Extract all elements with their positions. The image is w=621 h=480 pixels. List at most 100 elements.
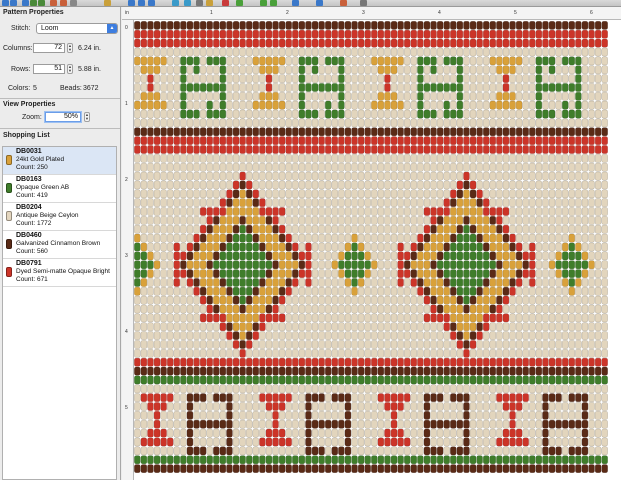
- trim-icon[interactable]: [340, 0, 347, 6]
- bead: [476, 180, 483, 190]
- bead: [344, 127, 352, 137]
- zoom-in-icon[interactable]: [236, 0, 243, 6]
- print-icon[interactable]: [222, 0, 229, 6]
- text-icon[interactable]: [196, 0, 203, 6]
- save-icon[interactable]: [22, 0, 29, 6]
- bead: [239, 322, 246, 332]
- bead: [160, 21, 167, 30]
- zoom-out-icon[interactable]: [260, 0, 267, 6]
- bead: [213, 242, 220, 252]
- bead: [167, 366, 174, 376]
- bead: [483, 428, 490, 438]
- fill-icon[interactable]: [128, 0, 135, 6]
- rotate-icon[interactable]: [172, 0, 179, 6]
- list-item[interactable]: DB0791 Dyed Semi-matte Opaque Bright Count…: [3, 259, 116, 287]
- bead: [344, 411, 352, 420]
- bead: [140, 278, 148, 287]
- bead: [318, 304, 325, 314]
- bead: [167, 384, 174, 394]
- list-item[interactable]: DB0031 24kt Gold Plated Count: 250: [3, 147, 116, 175]
- bead-swatch: [6, 239, 12, 249]
- bead: [140, 419, 148, 429]
- bead: [483, 260, 490, 270]
- bead: [542, 437, 549, 447]
- bead: [252, 286, 259, 296]
- rows-stepper[interactable]: ▲ ▼: [67, 64, 73, 74]
- export-icon[interactable]: [206, 0, 213, 6]
- bead: [371, 340, 378, 349]
- stitch-select[interactable]: Loom ▲: [36, 23, 118, 34]
- bead: [232, 56, 240, 66]
- bead: [502, 154, 510, 163]
- grid-icon[interactable]: [270, 0, 277, 6]
- paste-icon[interactable]: [70, 0, 77, 6]
- bead: [450, 340, 457, 349]
- bead: [292, 100, 299, 110]
- bead: [278, 198, 286, 208]
- bead: [213, 47, 220, 57]
- left-ruler: 012345: [122, 20, 134, 480]
- zoom-stepper[interactable]: ▲ ▼: [84, 112, 90, 122]
- bead: [581, 154, 589, 163]
- ruler-label: 6: [590, 10, 593, 16]
- bead: [535, 127, 543, 137]
- redo-icon[interactable]: [38, 0, 45, 6]
- undo-icon[interactable]: [30, 0, 37, 6]
- bead-pattern-grid[interactable]: [134, 21, 608, 473]
- bead: [278, 38, 286, 48]
- bead: [483, 109, 490, 119]
- bead: [193, 304, 200, 314]
- bead: [562, 251, 569, 261]
- bead: [397, 331, 404, 340]
- bead: [450, 304, 457, 314]
- new-icon[interactable]: [2, 0, 9, 6]
- rows-field[interactable]: 51: [33, 64, 65, 74]
- color-icon[interactable]: [148, 0, 155, 6]
- select-icon[interactable]: [138, 0, 145, 6]
- bead: [502, 74, 510, 83]
- bead: [502, 47, 510, 57]
- bead: [298, 340, 306, 349]
- bead: [272, 29, 279, 39]
- bead: [193, 224, 200, 234]
- bead: [575, 171, 582, 181]
- bead: [186, 207, 194, 216]
- bead: [199, 21, 207, 30]
- bead: [594, 340, 602, 349]
- bead: [443, 269, 450, 278]
- bead: [278, 340, 286, 349]
- bead: [246, 38, 253, 48]
- bead: [502, 402, 510, 411]
- pencil-icon[interactable]: [104, 0, 111, 6]
- copy-icon[interactable]: [60, 0, 67, 6]
- bead: [390, 428, 398, 438]
- bead: [285, 375, 292, 385]
- flip-icon[interactable]: [184, 0, 191, 6]
- move-down-icon[interactable]: [316, 0, 323, 6]
- columns-stepper[interactable]: ▲ ▼: [67, 43, 73, 53]
- bead: [562, 402, 569, 411]
- open-icon[interactable]: [10, 0, 17, 6]
- bead: [502, 56, 510, 66]
- bead: [575, 455, 582, 465]
- list-item[interactable]: DB0460 Galvanized Cinnamon Brown Count: 56…: [3, 231, 116, 259]
- zoom-field[interactable]: 50%: [45, 112, 81, 122]
- bead: [581, 428, 589, 438]
- bead: [384, 446, 391, 456]
- columns-field[interactable]: 72: [33, 43, 65, 53]
- list-item[interactable]: DB0204 Antique Beige Ceylon Count: 1772: [3, 203, 116, 231]
- move-up-icon[interactable]: [292, 0, 299, 6]
- bead: [357, 269, 365, 278]
- settings-icon[interactable]: [360, 0, 367, 6]
- bead: [134, 83, 141, 92]
- bead: [476, 446, 483, 456]
- bead: [160, 295, 167, 305]
- bead: [548, 216, 556, 225]
- bead: [555, 180, 562, 190]
- bead: [298, 251, 306, 261]
- bead: [410, 189, 417, 199]
- cut-icon[interactable]: [50, 0, 57, 6]
- bead: [298, 331, 306, 340]
- bead: [265, 304, 273, 314]
- list-item[interactable]: DB0163 Opaque Green AB Count: 419: [3, 175, 116, 203]
